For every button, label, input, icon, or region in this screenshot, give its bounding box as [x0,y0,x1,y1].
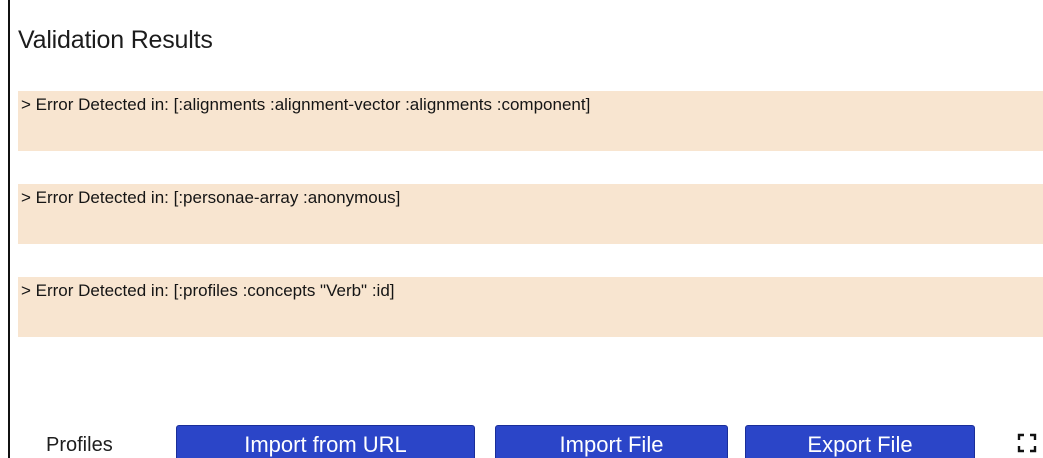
profiles-label: Profiles [46,434,113,456]
profiles-toolbar: Profiles Import from URL Import File Exp… [0,420,1043,458]
import-from-url-button[interactable]: Import from URL [176,425,475,458]
import-file-button[interactable]: Import File [495,425,728,458]
fullscreen-icon[interactable] [1017,433,1037,453]
error-block: > Error Detected in: [:personae-array :a… [18,184,1043,244]
error-block: > Error Detected in: [:profiles :concept… [18,277,1043,337]
validation-page: Validation Results > Error Detected in: … [0,0,1043,458]
validation-results-title: Validation Results [18,26,213,54]
error-message: > Error Detected in: [:personae-array :a… [21,188,401,207]
error-message: > Error Detected in: [:alignments :align… [21,95,591,114]
error-message: > Error Detected in: [:profiles :concept… [21,281,395,300]
export-file-button[interactable]: Export File [745,425,975,458]
error-block: > Error Detected in: [:alignments :align… [18,91,1043,151]
left-border-divider [8,0,10,458]
